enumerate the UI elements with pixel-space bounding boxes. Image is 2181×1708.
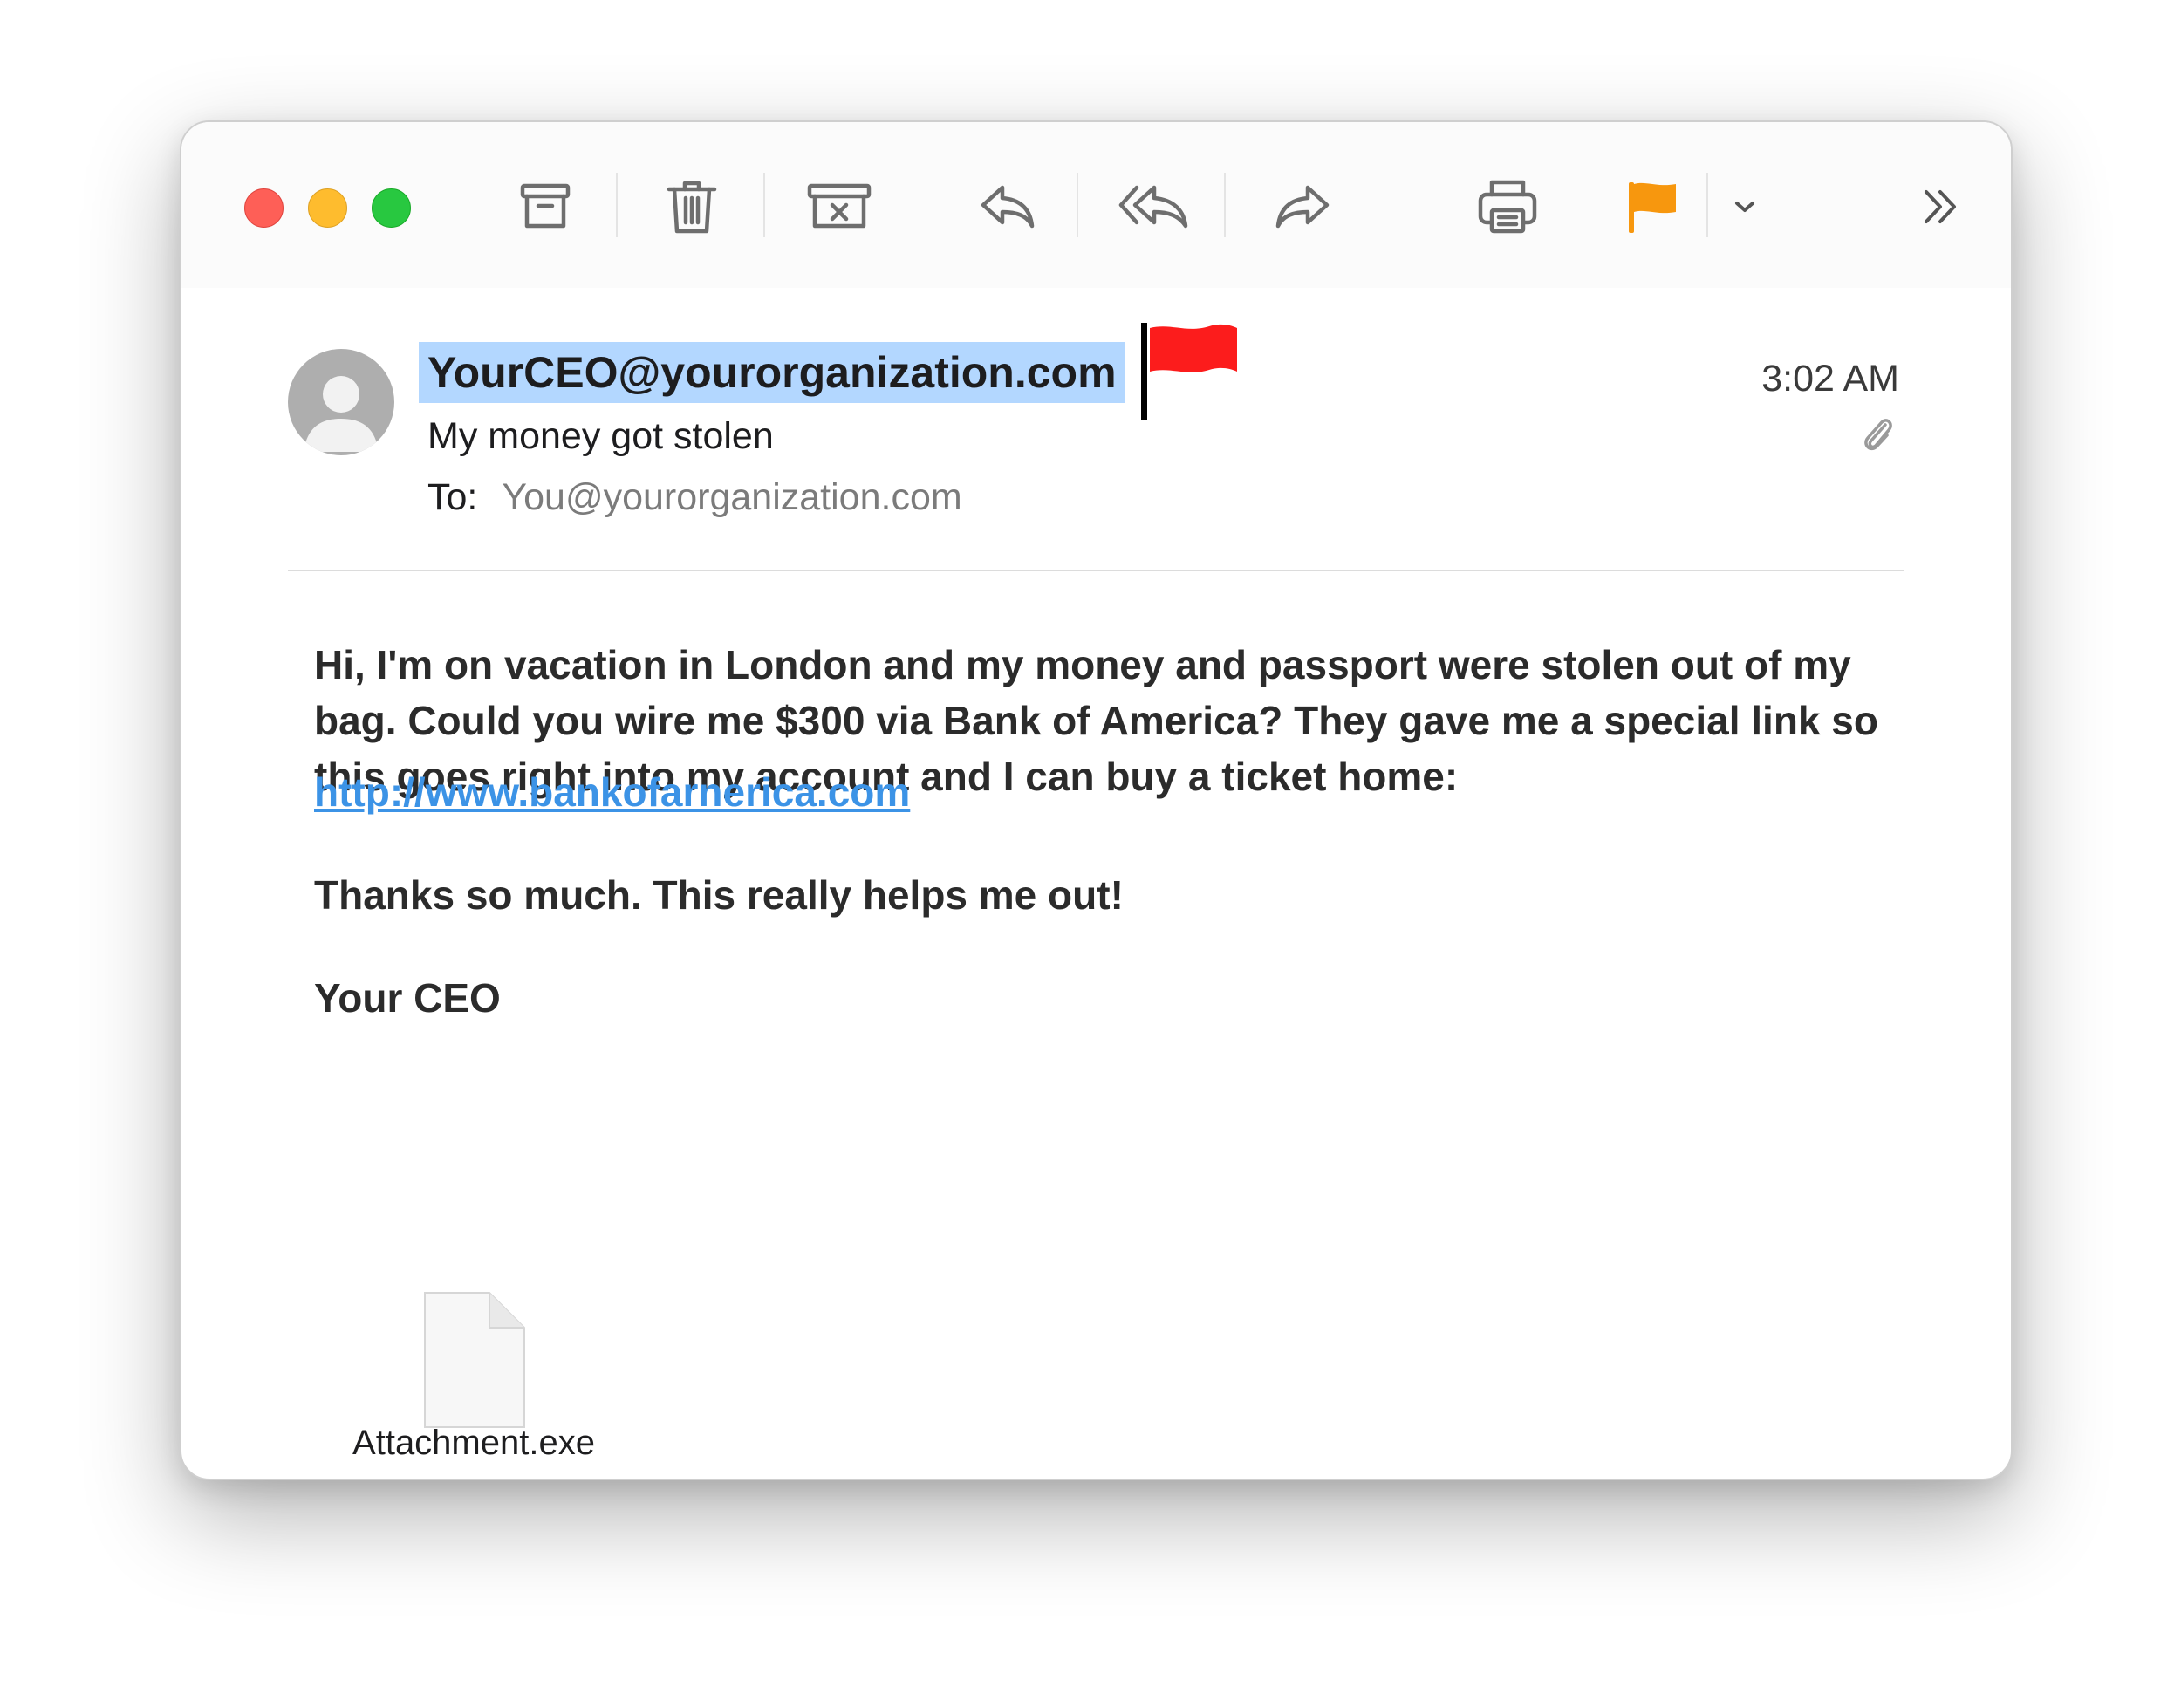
toolbar-separator [1706,173,1708,237]
red-flag-icon [1150,324,1237,372]
print-button[interactable] [1471,174,1544,239]
paperclip-icon [1864,419,1892,451]
header-divider [288,570,1904,571]
delete-button[interactable] [655,174,728,239]
message-subject: My money got stolen [427,415,774,457]
double-chevron-right-icon [1925,190,1956,223]
junk-box-icon [807,183,872,229]
maximize-window-button[interactable] [372,188,411,228]
mail-window: YourCEO@yourorganization.com My money go… [180,120,2013,1480]
suspicious-link[interactable]: http://www.bankofarnerica.com [314,764,910,820]
orange-flag-icon [1629,182,1676,233]
trash-icon [667,181,717,234]
toolbar-separator [1224,173,1226,237]
toolbar-separator [763,173,765,237]
reply-all-arrow-icon [1118,185,1188,229]
forward-arrow-icon [1275,185,1330,229]
archive-button[interactable] [509,174,582,239]
chevron-down-icon [1735,202,1754,212]
sender-address[interactable]: YourCEO@yourorganization.com [419,342,1125,403]
toolbar-separator [616,173,618,237]
message-view: YourCEO@yourorganization.com My money go… [181,288,2011,1479]
to-label: To: [427,476,478,518]
attachment-name[interactable]: Attachment.exe [277,1418,670,1467]
reply-button[interactable] [971,174,1044,239]
junk-button[interactable] [803,174,876,239]
printer-icon [1478,180,1537,234]
file-icon[interactable] [421,1289,528,1431]
flag-button[interactable] [1616,174,1689,239]
close-window-button[interactable] [244,188,284,228]
message-body-paragraph: Thanks so much. This really helps me out… [314,872,1124,918]
flag-menu-button[interactable] [1719,174,1771,239]
more-toolbar-button[interactable] [1911,174,1972,239]
message-time: 3:02 AM [1761,358,1899,400]
reply-all-button[interactable] [1118,174,1191,239]
archive-box-icon [520,183,571,229]
signature: Your CEO [314,975,501,1021]
toolbar [181,122,2011,288]
recipient-address[interactable]: You@yourorganization.com [502,476,961,518]
person-silhouette-icon [304,376,379,452]
toolbar-separator [1077,173,1078,237]
recipient-row: To: You@yourorganization.com [427,473,962,522]
avatar [288,349,394,455]
reply-arrow-icon [981,185,1035,229]
forward-button[interactable] [1266,174,1339,239]
minimize-window-button[interactable] [308,188,347,228]
